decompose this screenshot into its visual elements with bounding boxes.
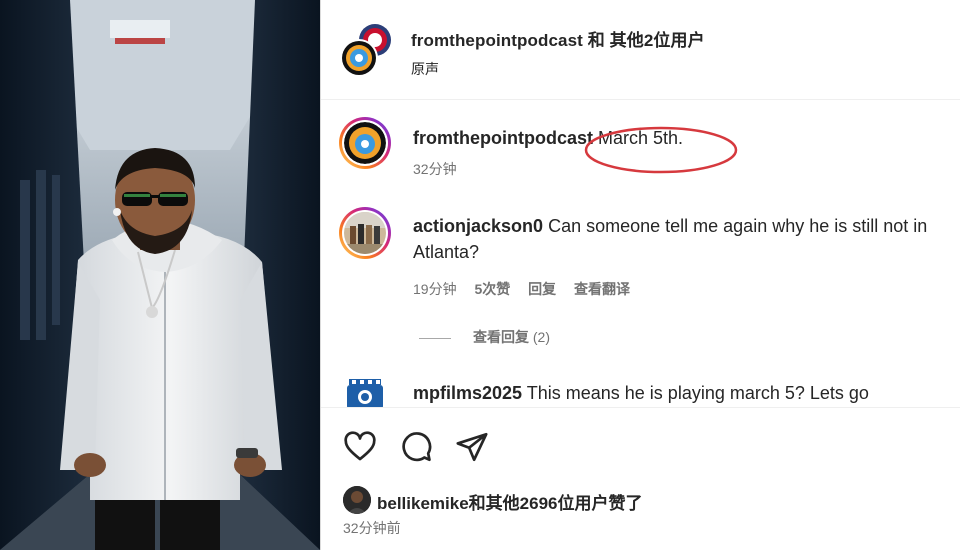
post-photo — [0, 0, 320, 550]
comment-icon — [402, 432, 432, 462]
likes-text[interactable]: bellikemike和其他2696位用户赞了 — [377, 489, 642, 514]
avatar[interactable] — [339, 207, 391, 259]
comment-time: 32分钟 — [413, 161, 457, 177]
avatar[interactable] — [339, 117, 391, 169]
post-timestamp[interactable]: 32分钟前 — [343, 518, 401, 538]
view-replies-label: 查看回复 — [473, 329, 529, 345]
comment-button[interactable] — [399, 430, 433, 464]
translate-button[interactable]: 查看翻译 — [574, 281, 630, 297]
view-replies-button[interactable]: 查看回复 (2) — [419, 327, 550, 347]
list-item: mpfilms2025 This means he is playing mar… — [321, 373, 960, 407]
post-detail-panel: fromthepointpodcast 和 其他2位用户 原声 fromthep… — [321, 0, 960, 550]
comment-username[interactable]: mpfilms2025 — [413, 383, 522, 403]
collab-avatars[interactable] — [339, 22, 395, 78]
user-photo-icon — [344, 212, 386, 254]
post-owner-title[interactable]: fromthepointpodcast 和 其他2位用户 — [411, 26, 705, 51]
podcast-logo-icon — [344, 122, 386, 164]
replies-divider — [419, 337, 451, 339]
avatar[interactable] — [347, 379, 383, 407]
share-icon — [456, 432, 488, 462]
comment-text: fromthepointpodcast March 5th. — [413, 125, 948, 151]
like-button[interactable] — [343, 430, 377, 464]
comment-text: mpfilms2025 This means he is playing mar… — [413, 380, 948, 406]
collab-avatar-icon — [340, 24, 391, 77]
comment-text: actionjackson0 Can someone tell me again… — [413, 213, 948, 265]
reply-button[interactable]: 回复 — [528, 281, 556, 297]
avatar[interactable] — [343, 486, 371, 514]
film-camera-icon — [347, 379, 383, 407]
list-item: fromthepointpodcast March 5th. 32分钟 — [321, 115, 960, 195]
comment-meta: 19分钟 5次赞 回复 查看翻译 — [413, 279, 644, 299]
liker-avatar-icon — [343, 486, 371, 514]
share-button[interactable] — [455, 430, 489, 464]
comment-like-count[interactable]: 5次赞 — [474, 281, 510, 297]
audio-label[interactable]: 原声 — [411, 59, 705, 79]
post-media[interactable] — [0, 0, 320, 550]
comments-list[interactable]: fromthepointpodcast March 5th. 32分钟 acti… — [321, 101, 960, 407]
post-actions-section: bellikemike和其他2696位用户赞了 32分钟前 — [321, 407, 960, 550]
comment-meta: 32分钟 — [413, 159, 471, 179]
comment-body: This means he is playing march 5? Lets g… — [526, 383, 869, 403]
comment-username[interactable]: fromthepointpodcast — [413, 128, 593, 148]
post-header: fromthepointpodcast 和 其他2位用户 原声 — [321, 0, 960, 100]
replies-count: (2) — [532, 329, 551, 345]
comment-username[interactable]: actionjackson0 — [413, 216, 543, 236]
comment-time: 19分钟 — [413, 281, 457, 297]
heart-icon — [344, 431, 376, 461]
comment-body: March 5th. — [598, 128, 684, 148]
list-item: actionjackson0 Can someone tell me again… — [321, 205, 960, 315]
